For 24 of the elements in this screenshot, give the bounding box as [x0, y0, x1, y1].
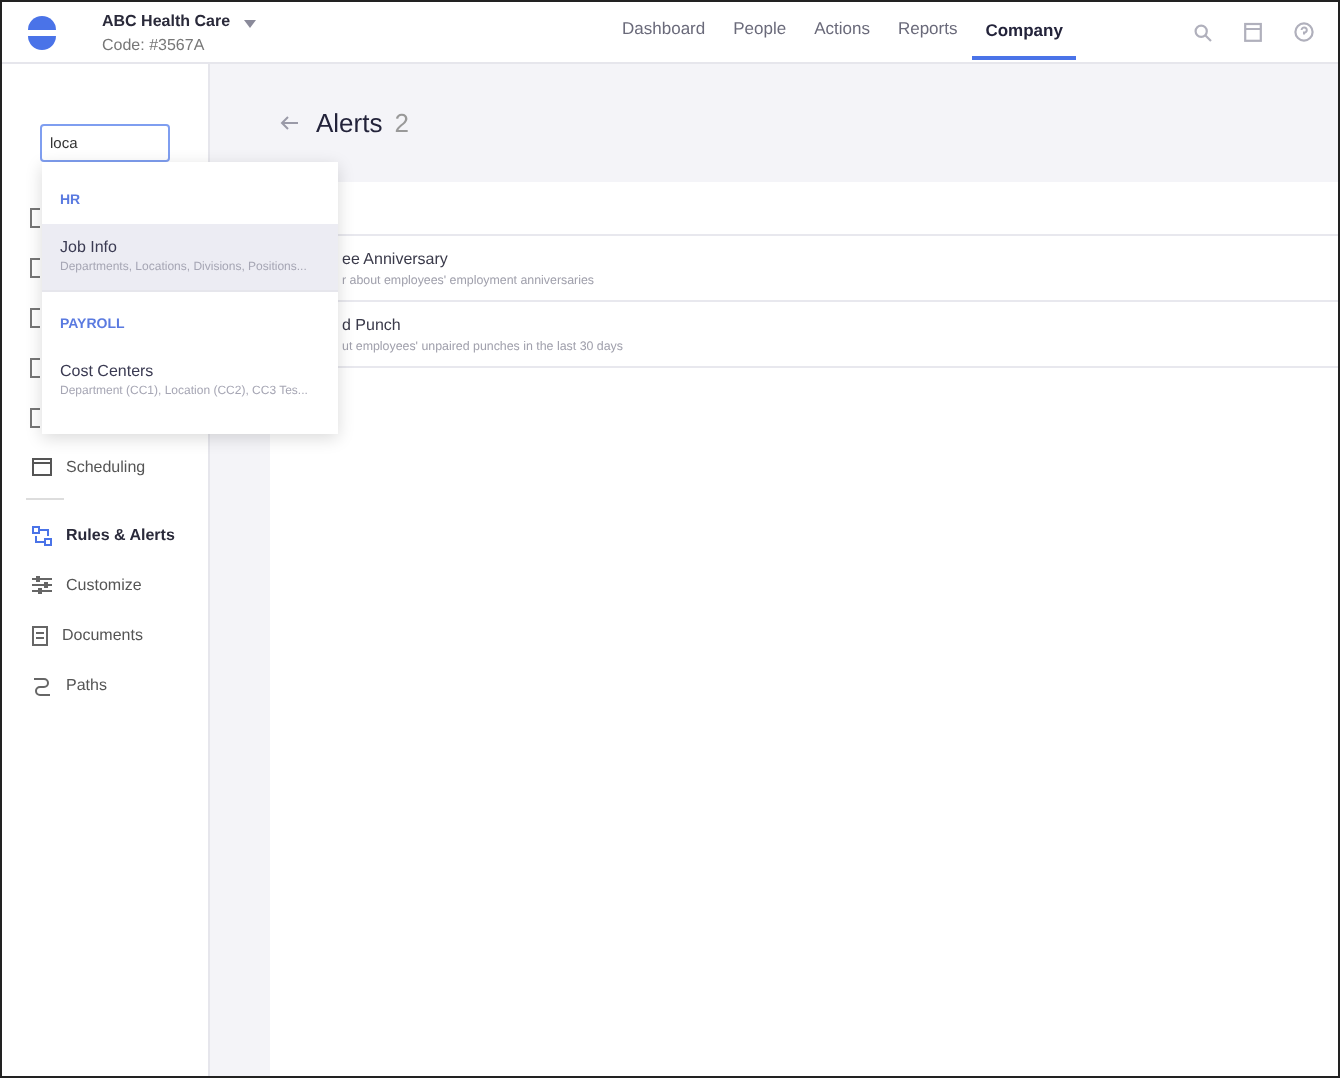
- nav-tab[interactable]: Company: [971, 2, 1077, 60]
- nav-tab[interactable]: People: [719, 2, 801, 60]
- nav-tab[interactable]: Reports: [883, 2, 972, 60]
- alert-title[interactable]: ee Anniversary: [342, 249, 448, 267]
- page-title: Alerts: [316, 108, 383, 138]
- logo-icon: [26, 15, 58, 49]
- company-name: ABC Health Care: [102, 11, 231, 29]
- nav-tab[interactable]: Dashboard: [608, 2, 720, 60]
- caret-icon[interactable]: [244, 20, 257, 28]
- sidebar-item[interactable]: Documents: [2, 610, 208, 660]
- sidebar-item[interactable]: Scheduling: [2, 442, 208, 492]
- path-icon: [32, 675, 52, 695]
- back-arrow-icon[interactable]: [280, 116, 298, 130]
- alert-count: 2: [394, 108, 409, 138]
- alert-title[interactable]: d Punch: [342, 315, 401, 333]
- document-icon: [32, 625, 48, 645]
- calendar-icon: [32, 458, 52, 476]
- company-code: Code: #3567A: [102, 35, 207, 53]
- rules-icon: [32, 525, 52, 545]
- sidebar-item[interactable]: Customize: [2, 560, 208, 610]
- sidebar-item[interactable]: Rules & Alerts: [2, 510, 208, 560]
- nav-tab[interactable]: Actions: [800, 2, 884, 60]
- sliders-icon: [32, 576, 52, 594]
- sidebar-item[interactable]: Paths: [2, 660, 208, 710]
